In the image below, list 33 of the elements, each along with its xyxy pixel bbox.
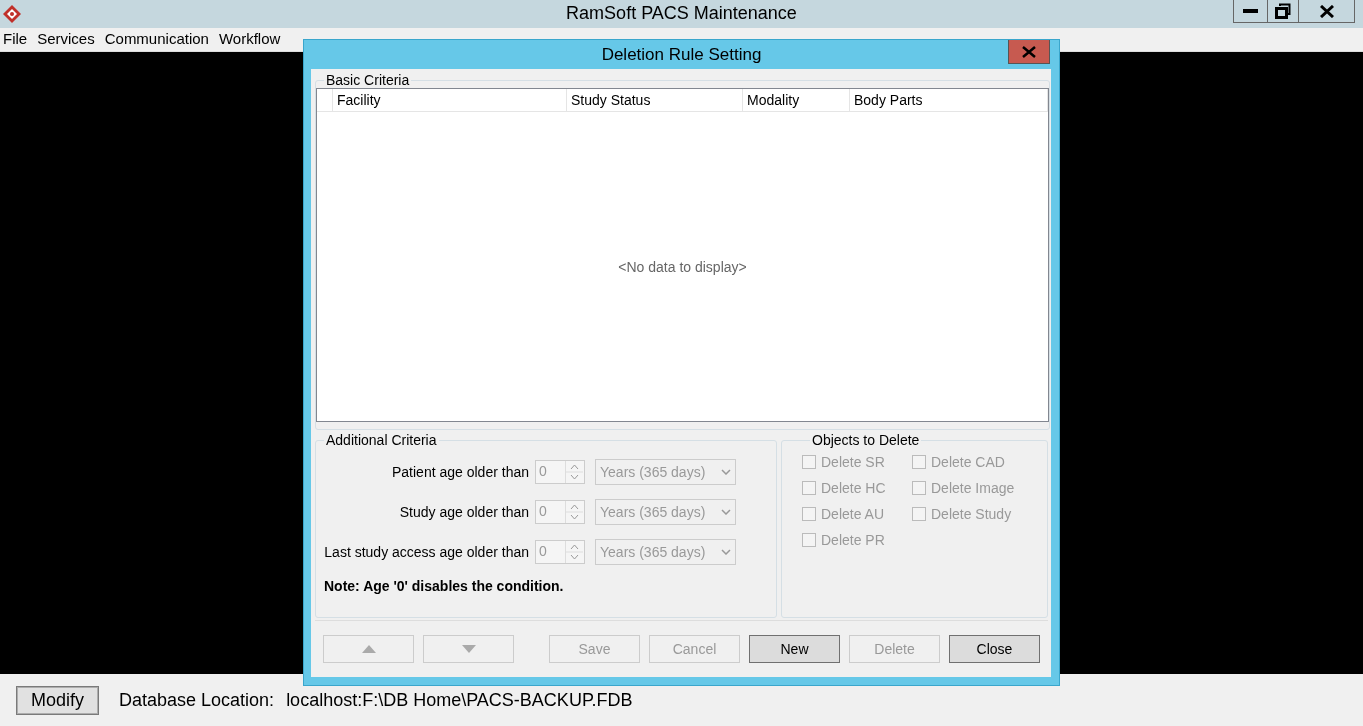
close-icon — [1022, 45, 1036, 58]
empty-message: <No data to display> — [618, 258, 747, 275]
chevron-down-icon — [721, 549, 731, 555]
column-header[interactable]: Modality — [743, 89, 850, 111]
close-icon — [1319, 4, 1334, 18]
database-location-value: localhost:F:\DB Home\PACS-BACKUP.FDB — [286, 689, 633, 711]
window-title: RamSoft PACS Maintenance — [566, 3, 797, 24]
menu-item[interactable]: Services — [32, 30, 100, 48]
database-location-label: Database Location: — [119, 689, 275, 711]
dialog-button[interactable]: Close — [949, 635, 1040, 663]
triangle-up-icon — [361, 645, 376, 653]
note-text: Note: Age '0' disables the condition. — [324, 578, 565, 594]
field-label: Last study access age older than — [323, 544, 530, 560]
app-logo-icon — [2, 4, 22, 24]
field-label: Patient age older than — [391, 464, 530, 480]
menu-item[interactable]: Communication — [99, 30, 214, 48]
menu-item[interactable]: Workflow — [213, 30, 286, 48]
column-header[interactable]: Study Status — [567, 89, 743, 111]
menu-item[interactable]: File — [0, 30, 33, 48]
dialog-title: Deletion Rule Setting — [601, 44, 762, 65]
chevron-down-icon — [721, 509, 731, 515]
restore-icon — [1275, 3, 1291, 19]
column-header[interactable]: Facility — [333, 89, 567, 111]
field-label: Study age older than — [398, 504, 530, 520]
triangle-down-icon — [461, 645, 476, 653]
dialog-button[interactable]: New — [749, 635, 840, 663]
chevron-down-icon — [721, 469, 731, 475]
minimize-icon — [1243, 9, 1258, 13]
group-label: Additional Criteria — [325, 432, 438, 448]
group-label: Basic Criteria — [325, 72, 411, 88]
modify-button[interactable]: Modify — [16, 685, 99, 715]
column-header[interactable]: Body Parts — [850, 89, 1048, 111]
group-label: Objects to Delete — [811, 432, 921, 448]
